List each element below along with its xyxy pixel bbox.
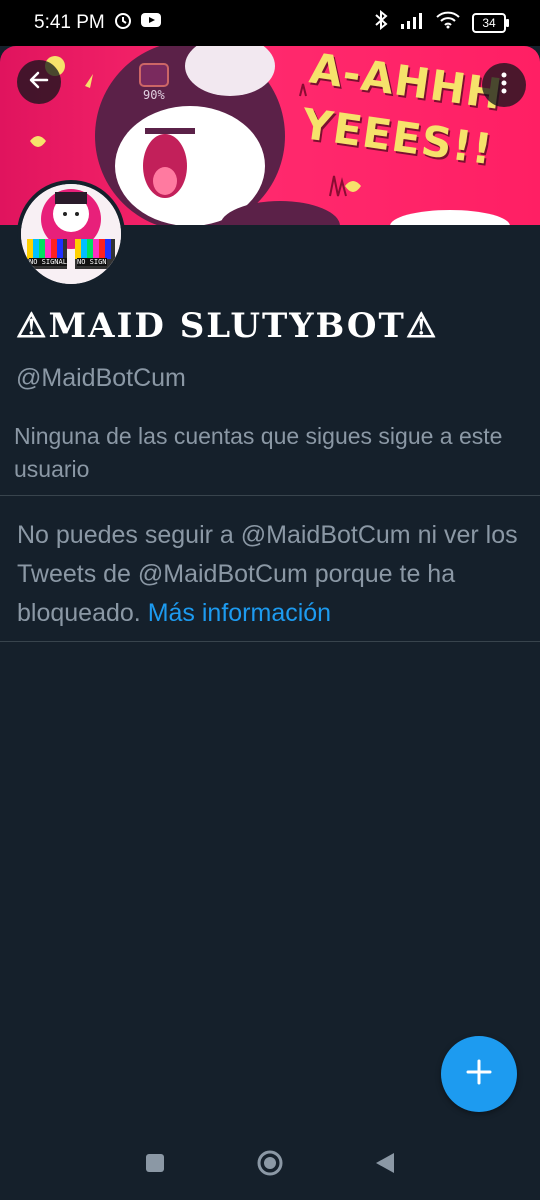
status-time: 5:41 PM bbox=[34, 12, 105, 33]
arrow-left-icon bbox=[27, 68, 51, 97]
wifi-icon bbox=[436, 11, 460, 35]
blocked-message: No puedes seguir a @MaidBotCum ni ver lo… bbox=[17, 516, 522, 633]
more-options-button[interactable] bbox=[482, 63, 526, 107]
back-button[interactable] bbox=[17, 60, 61, 104]
plus-icon bbox=[465, 1058, 493, 1091]
divider bbox=[0, 495, 540, 496]
back-nav-button[interactable] bbox=[374, 1151, 396, 1180]
avatar-label-left: NO SIGNAL bbox=[29, 258, 67, 266]
profile-handle: @MaidBotCum bbox=[16, 364, 186, 392]
learn-more-link[interactable]: Más información bbox=[148, 599, 331, 627]
system-navigation-bar bbox=[0, 1130, 540, 1200]
avatar-label-right: NO SIGN bbox=[77, 258, 107, 266]
compose-tweet-button[interactable] bbox=[441, 1036, 517, 1112]
banner-battery-label: 90% bbox=[143, 88, 165, 102]
status-bar: 5:41 PM 34 bbox=[0, 0, 540, 46]
more-vertical-icon bbox=[501, 71, 507, 100]
bluetooth-icon bbox=[374, 9, 388, 36]
signal-icon bbox=[400, 11, 424, 35]
followers-you-know-note: Ninguna de las cuentas que sigues sigue … bbox=[14, 423, 503, 482]
battery-icon: 34 bbox=[472, 13, 509, 33]
youtube-icon bbox=[140, 12, 161, 34]
home-button[interactable] bbox=[256, 1149, 284, 1182]
divider bbox=[0, 641, 540, 642]
alarm-icon bbox=[113, 10, 133, 36]
recents-button[interactable] bbox=[144, 1152, 166, 1179]
profile-display-name: ⚠MAID SLUTYBOT⚠ bbox=[16, 306, 439, 346]
avatar[interactable]: NO SIGNAL NO SIGN bbox=[17, 180, 125, 288]
avatar-image bbox=[21, 184, 121, 284]
